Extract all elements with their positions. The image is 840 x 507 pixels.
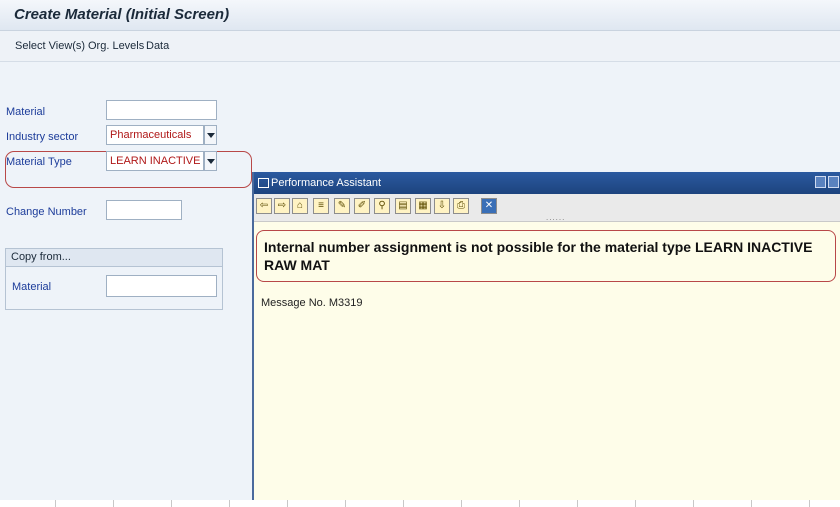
bottom-grid bbox=[0, 500, 840, 507]
pen-icon[interactable]: ✐ bbox=[354, 198, 370, 214]
message-number: Message No. M3319 bbox=[261, 297, 363, 309]
maximize-icon[interactable] bbox=[828, 176, 839, 188]
data-button[interactable]: Data bbox=[146, 40, 169, 52]
home-icon[interactable]: ⌂ bbox=[292, 198, 308, 214]
industry-sector-label: Industry sector bbox=[6, 131, 79, 143]
window-icon bbox=[258, 178, 269, 188]
performance-assistant-title: Performance Assistant bbox=[271, 177, 382, 189]
application-toolbar: Select View(s) Org. Levels Data bbox=[0, 31, 840, 62]
org-levels-button[interactable]: Org. Levels bbox=[88, 40, 144, 52]
performance-assistant-window: Performance Assistant ⇦ ⇨ ⌂ ≡ ✎ ✐ ⚲ ▤ ▦ … bbox=[252, 172, 840, 500]
industry-sector-dropdown-icon[interactable] bbox=[204, 125, 217, 145]
copy-material-input[interactable] bbox=[106, 275, 217, 297]
copy-from-header: Copy from... bbox=[6, 249, 222, 267]
title-bar: Create Material (Initial Screen) bbox=[0, 0, 840, 31]
display-icon[interactable]: ▦ bbox=[415, 198, 431, 214]
material-label: Material bbox=[6, 106, 46, 118]
change-number-label: Change Number bbox=[6, 206, 87, 218]
material-type-dropdown-icon[interactable] bbox=[204, 151, 217, 171]
select-views-button[interactable]: Select View(s) bbox=[15, 40, 85, 52]
message-highlight: Internal number assignment is not possib… bbox=[256, 230, 836, 282]
edit-icon[interactable]: ✎ bbox=[334, 198, 350, 214]
forward-icon[interactable]: ⇨ bbox=[274, 198, 290, 214]
error-message: Internal number assignment is not possib… bbox=[264, 239, 813, 273]
change-number-input[interactable] bbox=[106, 200, 182, 220]
material-type-select[interactable]: LEARN INACTIVE RA… bbox=[106, 151, 204, 171]
page-title: Create Material (Initial Screen) bbox=[14, 6, 230, 23]
industry-sector-select[interactable]: Pharmaceuticals bbox=[106, 125, 204, 145]
structure-icon[interactable]: ≡ bbox=[313, 198, 329, 214]
material-input[interactable] bbox=[106, 100, 217, 120]
copy-material-label: Material bbox=[12, 281, 52, 293]
document-icon[interactable]: ▤ bbox=[395, 198, 411, 214]
back-icon[interactable]: ⇦ bbox=[256, 198, 272, 214]
performance-assistant-titlebar[interactable]: Performance Assistant bbox=[254, 172, 840, 194]
close-icon[interactable]: ✕ bbox=[481, 198, 497, 214]
print-icon[interactable]: ⎙ bbox=[453, 198, 469, 214]
assistant-toolbar: ⇦ ⇨ ⌂ ≡ ✎ ✐ ⚲ ▤ ▦ ⇩ ⎙ ✕ ...... bbox=[254, 194, 840, 222]
minimize-icon[interactable] bbox=[815, 176, 826, 188]
link-icon[interactable]: ⚲ bbox=[374, 198, 390, 214]
download-icon[interactable]: ⇩ bbox=[434, 198, 450, 214]
toolbar-splitter: ...... bbox=[546, 213, 566, 222]
material-type-label: Material Type bbox=[6, 156, 72, 168]
